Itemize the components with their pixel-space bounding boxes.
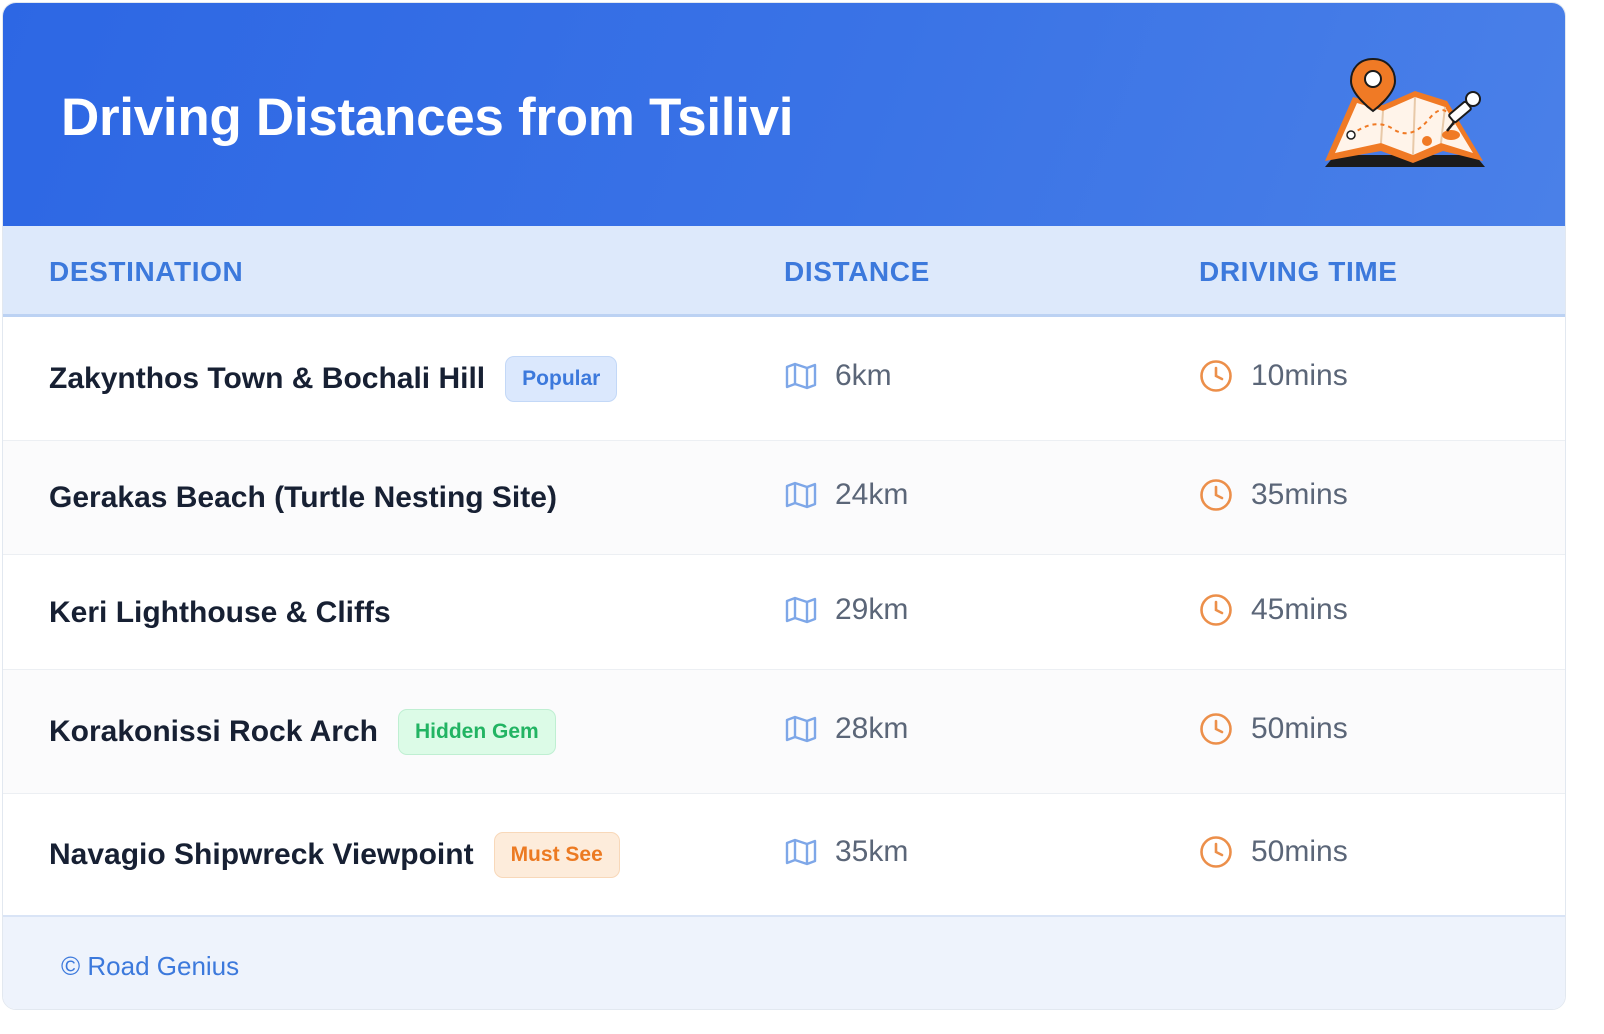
table-row: Gerakas Beach (Turtle Nesting Site) 24km 3… [3,441,1565,555]
clock-icon [1200,836,1232,868]
distance-cell: 35km [785,835,908,869]
destination-name: Keri Lighthouse & Cliffs [49,595,391,629]
destination-name: Zakynthos Town & Bochali Hill [49,362,486,395]
destination-cell: Zakynthos Town & Bochali Hill Popular [49,355,618,403]
distance-cell: 6km [785,359,892,393]
table-header: DESTINATION DISTANCE DRIVING TIME [3,226,1565,317]
distance-value: 28km [835,712,909,745]
time-value: 45mins [1251,592,1348,626]
column-driving-time: DRIVING TIME [1199,256,1398,287]
map-icon [785,596,817,623]
tag-badge: Popular [505,356,618,402]
table-row: Keri Lighthouse & Cliffs 29km 45mins [3,555,1565,670]
destination-name: Navagio Shipwreck Viewpoint [49,838,474,871]
time-cell: 10mins [1199,359,1348,393]
destination-cell: Navagio Shipwreck Viewpoint Must See [49,831,620,879]
distance-value: 6km [835,359,892,392]
time-cell: 50mins [1199,712,1348,746]
destination-cell: Keri Lighthouse & Cliffs [49,589,391,637]
header-banner: Driving Distances from Tsilivi [3,3,1565,226]
map-icon [785,838,817,866]
map-icon [785,481,817,509]
footer: © Road Genius [3,915,1565,1009]
destination-cell: Gerakas Beach (Turtle Nesting Site) [49,474,557,522]
page-title: Driving Distances from Tsilivi [61,88,794,147]
time-value: 10mins [1251,359,1348,392]
clock-icon [1200,713,1232,745]
destination-name: Gerakas Beach (Turtle Nesting Site) [49,481,557,514]
column-distance: DISTANCE [784,256,930,287]
distance-value: 24km [835,478,909,511]
time-value: 50mins [1251,712,1348,745]
map-pin-illustration [1325,57,1485,167]
table-body: Zakynthos Town & Bochali Hill Popular 6km 1… [3,317,1565,916]
time-value: 35mins [1251,478,1348,511]
destination-cell: Korakonissi Rock Arch Hidden Gem [49,708,556,756]
table-row: Navagio Shipwreck Viewpoint Must See 35km 5… [3,794,1565,916]
distance-value: 29km [835,592,909,626]
table-row: Zakynthos Town & Bochali Hill Popular 6km 1… [3,317,1565,441]
map-icon [785,362,817,390]
tag-badge: Must See [493,832,620,878]
footer-credit: © Road Genius [61,951,240,981]
clock-icon [1200,593,1232,626]
column-destination: DESTINATION [49,256,244,287]
time-cell: 50mins [1199,835,1348,869]
destination-name: Korakonissi Rock Arch [49,715,378,748]
time-cell: 35mins [1199,478,1348,512]
time-cell: 45mins [1199,593,1348,627]
clock-icon [1200,479,1232,511]
clock-icon [1200,360,1232,392]
map-icon [785,715,817,743]
time-value: 50mins [1251,835,1348,868]
distance-cell: 24km [785,478,908,512]
distance-value: 35km [835,835,909,868]
table-row: Korakonissi Rock Arch Hidden Gem 28km 50min… [3,670,1565,794]
distance-card: Driving Distances from Tsilivi DESTINATI… [2,2,1566,1010]
distance-cell: 28km [785,712,908,746]
tag-badge: Hidden Gem [398,709,556,755]
distance-cell: 29km [785,593,908,627]
